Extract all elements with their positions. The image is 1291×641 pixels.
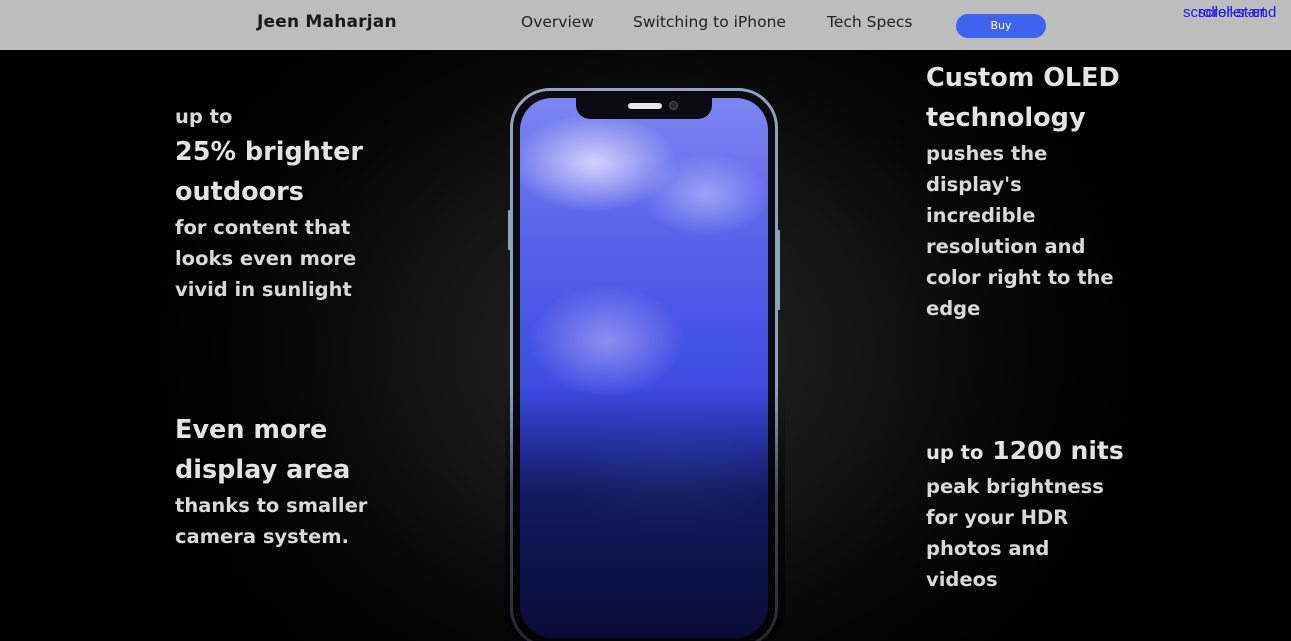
feature-area-headline-2: display area <box>175 455 351 485</box>
scroller-end-marker: scroller-end <box>1198 4 1277 21</box>
feature-nits-body-3: photos and <box>926 537 1050 560</box>
feature-area-headline-1: Even more <box>175 415 328 445</box>
feature-brighter-headline-2: outdoors <box>175 177 304 207</box>
phone-volume-button <box>508 210 511 250</box>
feature-brighter-headline-1: 25% brighter <box>175 137 363 167</box>
feature-brighter: up to 25% brighter outdoors for content … <box>175 101 363 305</box>
feature-oled-body-2: display's <box>926 173 1022 196</box>
brand-name[interactable]: Jeen Maharjan <box>257 12 397 32</box>
feature-brighter-body-2: looks even more <box>175 247 357 270</box>
feature-nits-body-4: videos <box>926 568 998 591</box>
phone-side-button <box>777 230 780 310</box>
feature-nits: up to 1200 nits peak brightness for your… <box>926 431 1124 595</box>
speaker-icon <box>628 103 662 109</box>
display-feature-section: up to 25% brighter outdoors for content … <box>0 50 1291 641</box>
buy-button[interactable]: Buy <box>956 14 1046 38</box>
iphone-image <box>510 88 778 641</box>
phone-notch <box>576 98 712 119</box>
phone-screen-wallpaper <box>520 98 768 638</box>
feature-oled-body-6: edge <box>926 297 981 320</box>
front-camera-icon <box>669 101 678 110</box>
feature-nits-headline: up to 1200 nits <box>926 431 1124 471</box>
nav-link-overview[interactable]: Overview <box>521 13 594 31</box>
feature-oled-headline-1: Custom OLED <box>926 63 1120 93</box>
feature-oled-body-3: incredible <box>926 204 1036 227</box>
feature-nits-number: 1200 nits <box>992 436 1124 465</box>
feature-area-body-1: thanks to smaller <box>175 494 368 517</box>
feature-oled: Custom OLED technology pushes the displa… <box>926 58 1120 324</box>
feature-display-area: Even more display area thanks to smaller… <box>175 410 367 552</box>
feature-nits-lead: up to <box>926 441 984 464</box>
feature-brighter-body-1: for content that <box>175 216 351 239</box>
feature-oled-body-4: resolution and <box>926 235 1086 258</box>
top-nav-bar: Jeen Maharjan Overview Switching to iPho… <box>0 0 1291 50</box>
feature-oled-headline-2: technology <box>926 103 1086 133</box>
nav-link-switching[interactable]: Switching to iPhone <box>633 13 786 31</box>
feature-oled-body-5: color right to the <box>926 266 1114 289</box>
feature-oled-body-1: pushes the <box>926 142 1048 165</box>
nav-link-tech-specs[interactable]: Tech Specs <box>827 13 912 31</box>
feature-brighter-body-3: vivid in sunlight <box>175 278 352 301</box>
feature-nits-body-1: peak brightness <box>926 475 1104 498</box>
feature-brighter-lead: up to <box>175 105 233 128</box>
feature-area-body-2: camera system. <box>175 525 350 548</box>
feature-nits-body-2: for your HDR <box>926 506 1069 529</box>
